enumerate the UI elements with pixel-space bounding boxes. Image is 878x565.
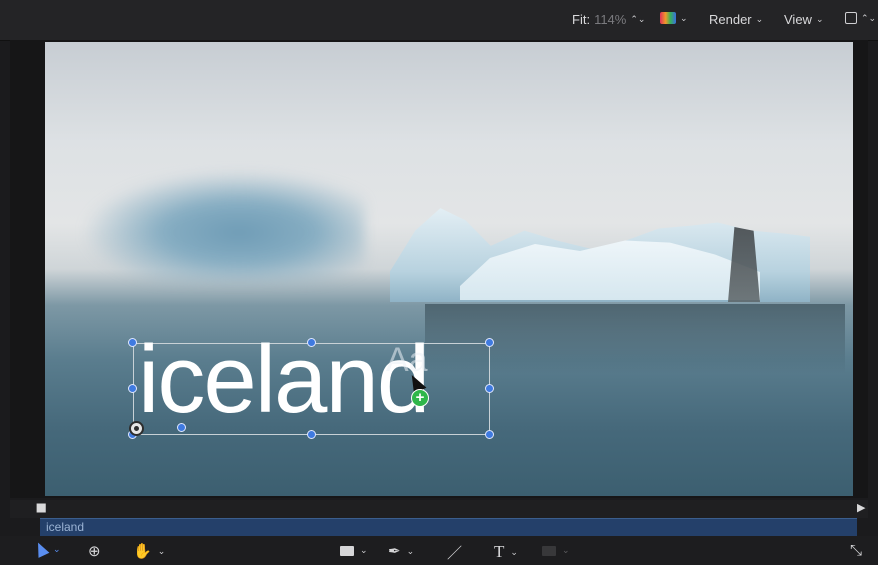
fullscreen-button[interactable]: ⤡: [850, 542, 862, 559]
rotation-handle[interactable]: [177, 423, 186, 432]
layer-track-bar[interactable]: iceland: [40, 518, 857, 536]
text-tool-hint: Aa: [386, 341, 428, 379]
select-transform-tool[interactable]: ⌄: [32, 540, 61, 558]
chevron-down-icon: ⌄: [360, 545, 368, 555]
pan-tool[interactable]: ✋ ⌄: [133, 542, 165, 560]
orbit-icon: ⊕: [88, 543, 101, 560]
viewer-layout-button[interactable]: ⌃⌄: [845, 12, 876, 24]
chevron-down-icon: ⌄: [53, 543, 61, 554]
anchor-point-icon[interactable]: [129, 421, 144, 436]
color-channels-button[interactable]: ⌄: [660, 12, 688, 24]
fit-zoom-control[interactable]: Fit: 114% ⌃⌄: [572, 12, 645, 27]
resize-handle-right[interactable]: [485, 384, 494, 393]
chevron-down-icon: ⌄: [815, 14, 824, 24]
render-label: Render: [709, 12, 752, 27]
chevron-down-icon: ⌄: [510, 546, 518, 557]
text-icon: T: [494, 542, 505, 561]
resize-handle-top[interactable]: [307, 338, 316, 347]
view-label: View: [784, 12, 812, 27]
fullscreen-icon: ⤡: [850, 542, 863, 559]
blurred-iceberg: [85, 172, 365, 282]
fit-chevron-icon: ⌃⌄: [630, 14, 646, 24]
render-menu-button[interactable]: Render ⌄: [709, 12, 763, 27]
brush-icon: ／: [447, 545, 463, 562]
play-range-start-icon[interactable]: ⯀: [36, 501, 46, 517]
play-range-end-icon[interactable]: ▶: [857, 501, 865, 514]
text-tool[interactable]: T ⌄: [494, 542, 518, 562]
mini-timeline-ruler[interactable]: [10, 500, 868, 518]
layout-icon: [845, 12, 857, 24]
canvas-tools-bar: ⌄ ⊕ ✋ ⌄ ⌄ ✒ ⌄ ／ T ⌄ ⌄ ⤡: [0, 536, 878, 565]
pen-icon: ✒: [388, 543, 401, 560]
view-menu-button[interactable]: View ⌄: [784, 12, 824, 27]
resize-handle-bottom-right[interactable]: [485, 430, 494, 439]
fit-value: 114%: [594, 12, 627, 27]
mask-tool[interactable]: ⌄: [542, 545, 570, 556]
paint-stroke-tool[interactable]: ／: [447, 542, 462, 563]
resize-handle-top-right[interactable]: [485, 338, 494, 347]
fit-label: Fit:: [572, 12, 591, 27]
color-channels-icon: [660, 12, 676, 24]
rectangle-icon: [340, 545, 354, 556]
chevron-down-icon: ⌄: [406, 545, 415, 556]
shape-tool[interactable]: ⌄: [340, 545, 368, 556]
title-bounding-box[interactable]: iceland: [133, 332, 490, 435]
up-down-chevron-icon: ⌃⌄: [861, 12, 877, 23]
select-arrow-icon: [32, 540, 50, 558]
chevron-down-icon: ⌄: [680, 12, 688, 23]
mask-icon: [542, 545, 556, 556]
chevron-down-icon: ⌄: [562, 545, 570, 555]
chevron-down-icon: ⌄: [157, 545, 166, 556]
add-plus-icon: +: [411, 389, 429, 407]
resize-handle-bottom[interactable]: [307, 430, 316, 439]
viewer-toolbar: Fit: 114% ⌃⌄ ⌄ Render ⌄ View ⌄ ⌃⌄: [0, 0, 878, 41]
resize-handle-top-left[interactable]: [128, 338, 137, 347]
3d-transform-tool[interactable]: ⊕: [88, 542, 101, 560]
hand-icon: ✋: [133, 543, 152, 560]
layer-track-label: iceland: [46, 520, 85, 534]
bezier-tool[interactable]: ✒ ⌄: [388, 542, 414, 560]
chevron-down-icon: ⌄: [755, 14, 764, 24]
title-text[interactable]: iceland: [138, 332, 430, 428]
resize-handle-left[interactable]: [128, 384, 137, 393]
